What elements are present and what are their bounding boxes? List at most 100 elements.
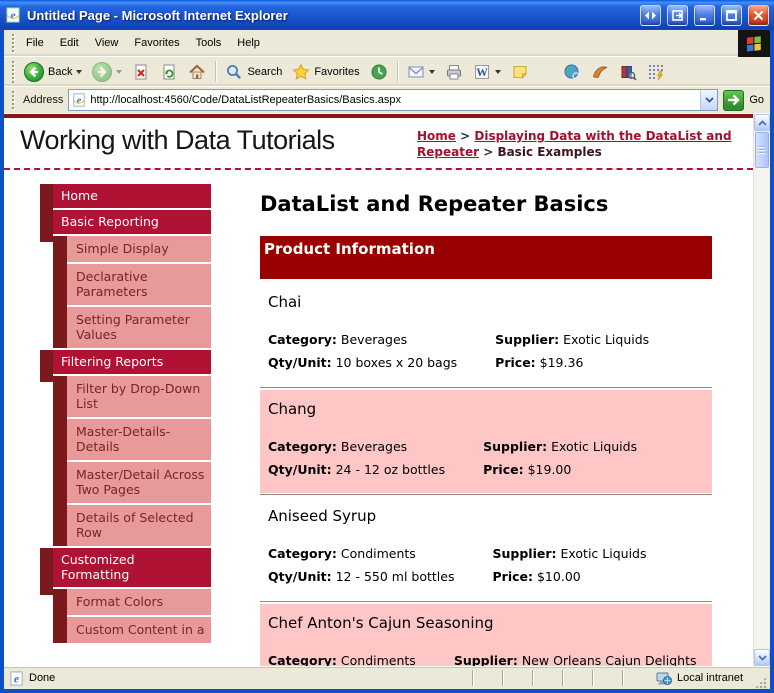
script-grid-button[interactable] xyxy=(643,61,669,83)
forward-button[interactable] xyxy=(88,60,126,84)
field-value: $19.36 xyxy=(539,355,584,371)
globe-icon xyxy=(564,64,580,80)
resize-grip[interactable] xyxy=(754,676,767,689)
scroll-down-button[interactable] xyxy=(754,649,770,666)
sidebar-item-home[interactable]: Home xyxy=(40,184,211,217)
item-divider xyxy=(260,494,712,497)
sidebar-item-filter-by-drop-down-list[interactable]: Filter by Drop-Down List xyxy=(67,376,211,418)
pan-left-right-button[interactable] xyxy=(640,4,661,26)
go-arrow-icon xyxy=(728,94,741,106)
field-value: Beverages xyxy=(340,332,408,348)
product-field: Supplier: Exotic Liquids xyxy=(483,435,637,458)
favorites-button[interactable]: Favorites xyxy=(288,61,363,83)
window-title: Untitled Page - Microsoft Internet Explo… xyxy=(27,7,288,23)
favorites-star-icon xyxy=(292,62,310,80)
item-divider xyxy=(260,601,712,604)
product-item: Chef Anton's Cajun Seasoning Category: Co… xyxy=(260,604,712,666)
toolbar-grip[interactable] xyxy=(11,60,15,83)
messenger-button[interactable] xyxy=(587,61,613,83)
restore-out-button[interactable] xyxy=(667,4,688,26)
scrollbar-track[interactable] xyxy=(754,169,770,649)
field-value: 24 - 12 oz bottles xyxy=(335,462,446,478)
history-button[interactable] xyxy=(366,61,392,83)
page: Working with Data Tutorials Home > Displ… xyxy=(4,114,753,666)
sidebar-item-details-of-selected-row[interactable]: Details of Selected Row xyxy=(67,505,211,547)
stop-button[interactable] xyxy=(128,61,154,83)
product-item: Aniseed Syrup Category: Condiments Supplie… xyxy=(260,497,712,600)
notes-button[interactable] xyxy=(507,61,533,83)
address-bar: Address e http://localhost:4560/Code/Dat… xyxy=(4,87,770,114)
sidebar-item-filtering-reports[interactable]: Filtering Reports xyxy=(40,350,211,383)
addressbar-grip[interactable] xyxy=(11,90,15,110)
menu-help[interactable]: Help xyxy=(229,33,268,53)
back-button[interactable]: Back xyxy=(20,60,86,84)
mail-button[interactable] xyxy=(403,61,439,83)
field-label: Price: xyxy=(495,355,536,371)
site-title: Working with Data Tutorials xyxy=(20,125,335,155)
home-icon xyxy=(189,63,206,79)
go-label[interactable]: Go xyxy=(749,94,764,106)
go-button[interactable] xyxy=(723,89,745,111)
sidebar-item-format-colors[interactable]: Format Colors xyxy=(67,589,211,616)
script-grid-icon xyxy=(648,64,663,80)
print-button[interactable] xyxy=(441,61,467,83)
address-dropdown-button[interactable] xyxy=(700,90,718,110)
close-button[interactable] xyxy=(748,4,769,26)
sidebar-item-declarative-parameters[interactable]: Declarative Parameters xyxy=(67,264,211,306)
address-url: http://localhost:4560/Code/DataListRepea… xyxy=(90,94,401,106)
search-label: Search xyxy=(247,65,283,78)
sidebar-subgroup: Simple Display Declarative Parameters Sett… xyxy=(53,236,211,349)
product-name: Chai xyxy=(268,293,302,312)
menu-edit[interactable]: Edit xyxy=(52,33,87,53)
product-list: Chai Category: Beverages Supplier: Exotic … xyxy=(260,283,712,666)
standard-toolbar: Back Search Favorites W xyxy=(4,57,770,87)
scroll-up-button[interactable] xyxy=(754,114,770,131)
menu-view[interactable]: View xyxy=(87,33,127,53)
media-books-button[interactable] xyxy=(615,61,641,83)
mail-dropdown-icon xyxy=(428,69,435,74)
main-content: DataList and Repeater Basics Product Inf… xyxy=(260,184,712,666)
product-details-table: Category: Condiments Supplier: New Orlean… xyxy=(268,649,697,666)
scrollbar-thumb[interactable] xyxy=(755,132,769,168)
product-field: Qty/Unit: 12 - 550 ml bottles xyxy=(268,565,493,588)
window-frame: File Edit View Favorites Tools Help Back xyxy=(4,30,770,689)
status-separator xyxy=(471,670,473,686)
sidebar-item-basic-reporting[interactable]: Basic Reporting xyxy=(40,210,211,243)
chevron-up-icon xyxy=(757,119,767,126)
sidebar-item-setting-parameter-values[interactable]: Setting Parameter Values xyxy=(67,307,211,349)
search-button[interactable]: Search xyxy=(221,61,286,83)
menubar-grip[interactable] xyxy=(11,33,15,53)
breadcrumb-separator: > xyxy=(483,145,494,160)
sidebar-item-simple-display[interactable]: Simple Display xyxy=(67,236,211,263)
browser-window: e Untitled Page - Microsoft Internet Exp… xyxy=(0,0,774,693)
minimize-button[interactable] xyxy=(694,4,715,26)
address-input[interactable]: e http://localhost:4560/Code/DataListRep… xyxy=(68,89,719,111)
maximize-button[interactable] xyxy=(721,4,742,26)
print-icon xyxy=(446,64,461,79)
menu-favorites[interactable]: Favorites xyxy=(126,33,187,53)
field-value: 12 - 550 ml bottles xyxy=(335,569,455,585)
status-separator xyxy=(621,670,623,686)
breadcrumb-current: Basic Examples xyxy=(497,145,602,160)
msn-globe-button[interactable] xyxy=(559,61,585,83)
sidebar-item-customized-formatting[interactable]: Customized Formatting xyxy=(40,548,211,596)
product-field: Category: Condiments xyxy=(268,542,493,565)
sidebar-item-master-detail-across-two-pages[interactable]: Master/Detail Across Two Pages xyxy=(67,462,211,504)
edit-with-word-button[interactable]: W xyxy=(469,61,505,83)
field-label: Category: xyxy=(268,332,337,348)
menu-tools[interactable]: Tools xyxy=(188,33,230,53)
product-field: Qty/Unit: 10 boxes x 20 bags xyxy=(268,351,495,374)
address-label: Address xyxy=(23,94,64,106)
sidebar-item-custom-content-in-a[interactable]: Custom Content in a xyxy=(67,617,211,644)
sidebar-item-master-details-details[interactable]: Master-Details-Details xyxy=(67,419,211,461)
menu-file[interactable]: File xyxy=(18,33,52,53)
back-icon xyxy=(24,61,44,82)
product-field: Price: $19.00 xyxy=(483,458,637,481)
home-button[interactable] xyxy=(184,61,210,83)
vertical-scrollbar[interactable] xyxy=(753,114,770,666)
history-icon xyxy=(371,64,387,79)
refresh-button[interactable] xyxy=(156,61,182,83)
page-title: DataList and Repeater Basics xyxy=(260,192,609,217)
breadcrumb-home-link[interactable]: Home xyxy=(417,129,456,143)
sidebar-subgroup: Format Colors Custom Content in a xyxy=(53,589,211,644)
